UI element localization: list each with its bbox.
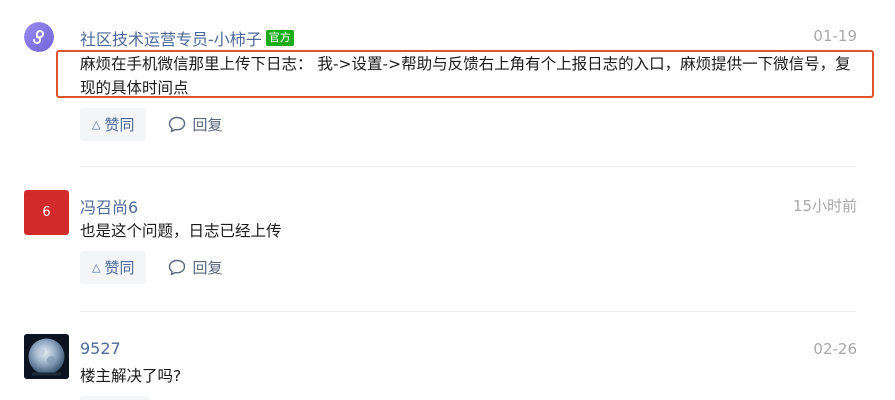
highlight-box bbox=[56, 50, 874, 98]
like-button[interactable]: △ 赞同 bbox=[80, 108, 147, 141]
reply-label: 回复 bbox=[192, 116, 223, 134]
author-name[interactable]: 9527 bbox=[80, 339, 121, 358]
moon-photo-icon bbox=[24, 334, 69, 379]
comment-actions: △ 赞同 回复 bbox=[80, 108, 223, 141]
reply-button[interactable]: 回复 bbox=[168, 257, 223, 278]
comment-icon bbox=[169, 116, 186, 133]
avatar[interactable] bbox=[24, 334, 69, 379]
comment-time: 15小时前 bbox=[792, 197, 857, 215]
like-button[interactable]: △ 赞同 bbox=[80, 251, 147, 284]
author-name[interactable]: 社区技术运营专员-小柿子 官方 bbox=[80, 26, 294, 50]
official-badge: 官方 bbox=[265, 30, 294, 46]
author-name-text[interactable]: 冯召尚6 bbox=[80, 194, 138, 218]
upvote-icon: △ bbox=[92, 261, 101, 274]
like-button-partial[interactable] bbox=[80, 396, 150, 400]
mini-program-icon bbox=[24, 22, 54, 52]
reply-label: 回复 bbox=[192, 259, 223, 277]
author-name-text[interactable]: 9527 bbox=[80, 339, 121, 358]
author-name-text[interactable]: 社区技术运营专员-小柿子 bbox=[80, 26, 262, 50]
comment-icon bbox=[169, 259, 186, 276]
comment-content: 楼主解决了吗? bbox=[80, 367, 182, 385]
comment-time: 02-26 bbox=[813, 340, 857, 358]
comment-actions: △ 赞同 回复 bbox=[80, 251, 223, 284]
comment-time: 01-19 bbox=[813, 27, 857, 45]
comment-item: 9527 02-26 楼主解决了吗? bbox=[0, 312, 895, 400]
avatar[interactable] bbox=[24, 22, 54, 52]
comment-content: 也是这个问题，日志已经上传 bbox=[80, 222, 282, 240]
like-label: 赞同 bbox=[104, 116, 135, 134]
avatar[interactable]: 6 bbox=[24, 190, 69, 235]
author-name[interactable]: 冯召尚6 bbox=[80, 194, 138, 218]
avatar-text: 6 bbox=[42, 205, 51, 220]
reply-button[interactable]: 回复 bbox=[168, 114, 223, 135]
comment-item: 6 冯召尚6 15小时前 也是这个问题，日志已经上传 △ 赞同 回复 bbox=[0, 167, 895, 312]
like-label: 赞同 bbox=[104, 259, 135, 277]
upvote-icon: △ bbox=[92, 118, 101, 131]
comment-item: 社区技术运营专员-小柿子 官方 01-19 麻烦在手机微信那里上传下日志： 我-… bbox=[0, 0, 895, 150]
